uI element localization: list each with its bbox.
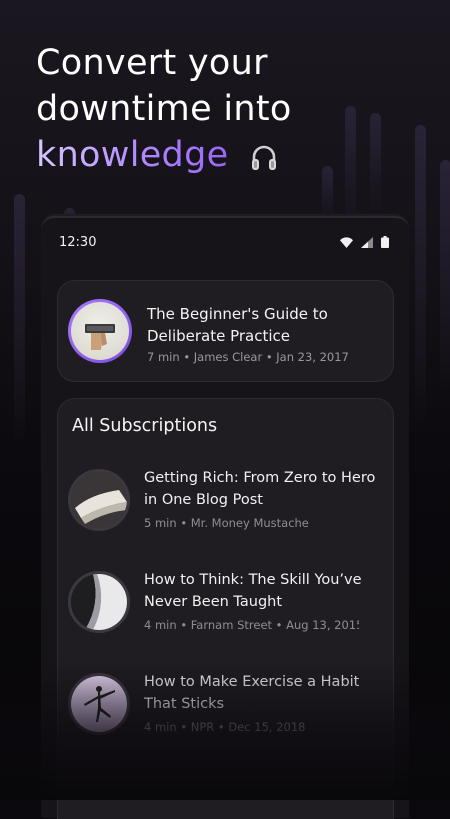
decor-bar <box>14 194 25 444</box>
featured-thumbnail-ring <box>68 299 132 363</box>
featured-meta: 7 min • James Clear • Jan 23, 2017 <box>147 350 349 364</box>
headline-line-1: Convert your <box>36 43 268 83</box>
list-item[interactable]: How to Think: The Skill You’ve Never Bee… <box>58 571 393 651</box>
battery-icon <box>381 236 389 252</box>
article-thumbnail <box>68 673 130 735</box>
status-time: 12:30 <box>59 235 97 250</box>
headline-line-2: downtime into <box>36 89 292 129</box>
featured-title: The Beginner's Guide to Deliberate Pract… <box>147 305 328 345</box>
article-meta: 4 min • Farnam Street • Aug 13, 2015 <box>144 618 359 632</box>
signal-icon <box>361 236 373 252</box>
headline-line-3: knowledge <box>36 132 436 178</box>
article-meta: 5 min • Mr. Money Mustache <box>144 516 309 530</box>
headline-accent: knowledge <box>36 135 229 175</box>
article-title: Getting Rich: From Zero to Hero in One B… <box>144 470 376 508</box>
phone-frame: 12:30 The Beginner's Guide to Deliberate… <box>41 216 409 819</box>
status-icons <box>340 236 389 252</box>
article-thumbnail <box>68 571 130 633</box>
subscriptions-heading: All Subscriptions <box>72 416 218 436</box>
featured-thumbnail <box>71 302 129 360</box>
list-item[interactable]: How to Make Exercise a Habit That Sticks… <box>58 673 393 753</box>
headphones-icon <box>248 140 280 172</box>
decor-bar <box>440 160 450 390</box>
article-title: How to Think: The Skill You’ve Never Bee… <box>144 572 362 610</box>
list-item[interactable]: Getting Rich: From Zero to Hero in One B… <box>58 469 393 549</box>
subscriptions-card: All Subscriptions Getting Rich: From Zer… <box>57 398 394 819</box>
status-bar: 12:30 <box>41 232 409 254</box>
wifi-icon <box>340 236 353 252</box>
article-meta: 4 min • NPR • Dec 15, 2018 <box>144 720 306 734</box>
article-thumbnail <box>68 469 130 531</box>
article-title: How to Make Exercise a Habit That Sticks <box>144 674 360 712</box>
headline: Convert your downtime into knowledge <box>36 40 436 178</box>
featured-article-card[interactable]: The Beginner's Guide to Deliberate Pract… <box>57 280 394 382</box>
